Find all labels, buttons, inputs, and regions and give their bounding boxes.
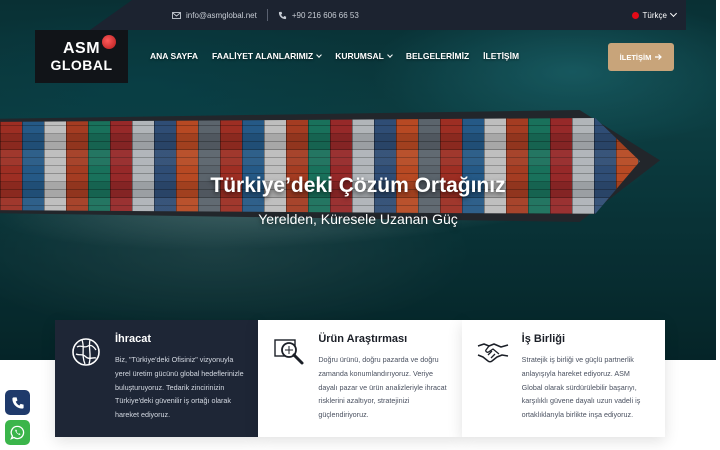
- phone-text: +90 216 606 66 53: [291, 10, 359, 20]
- phone-link[interactable]: +90 216 606 66 53: [278, 11, 359, 20]
- contact-cta-button[interactable]: İLETİŞİM: [608, 43, 674, 71]
- nav-item-home[interactable]: ANA SAYFA: [150, 51, 198, 61]
- handshake-icon: [477, 343, 508, 363]
- phone-icon: [278, 11, 286, 19]
- card-text: Biz, "Türkiye'deki Ofisiniz" vizyonuyla …: [115, 355, 244, 420]
- hero-title: Türkiye’deki Çözüm Ortağınız: [210, 174, 506, 197]
- logo[interactable]: ASM GLOBAL: [35, 30, 128, 83]
- nav-item-corporate[interactable]: KURUMSAL: [335, 51, 393, 61]
- phone-icon: [11, 396, 24, 409]
- feature-cards: İhracat Biz, "Türkiye'deki Ofisiniz" viz…: [55, 320, 665, 437]
- cta-label: İLETİŞİM: [619, 52, 652, 62]
- topbar-divider: [266, 9, 268, 21]
- card-partnership[interactable]: İş Birliği Stratejik iş birliği ve güçlü…: [461, 320, 665, 437]
- card-title: İş Birliği: [521, 333, 566, 345]
- nav-item-activities-label: FAALİYET ALANLARIMIZ: [212, 51, 314, 61]
- hero-subtitle: Yerelden, Küresele Uzanan Güç: [258, 211, 458, 227]
- mail-icon: [172, 11, 181, 19]
- card-title: İhracat: [115, 333, 152, 345]
- language-selector[interactable]: Türkçe: [631, 9, 678, 20]
- card-text: Doğru ürünü, doğru pazarda ve doğru zama…: [318, 355, 447, 420]
- turkey-flag-icon: [631, 11, 639, 19]
- card-product-research[interactable]: Ürün Araştırması Doğru ürünü, doğru paza…: [258, 320, 462, 437]
- globe-logo-icon: [102, 35, 117, 49]
- email-text: info@asmglobal.net: [186, 10, 257, 20]
- nav-item-certificates[interactable]: BELGELERİMİZ: [406, 51, 469, 61]
- main-nav: ANA SAYFA FAALİYET ALANLARIMIZ KURUMSAL …: [150, 51, 519, 61]
- nav-item-corporate-label: KURUMSAL: [335, 51, 384, 61]
- whatsapp-icon: [10, 425, 25, 440]
- arrow-right-icon: [655, 54, 663, 60]
- globe-icon: [72, 338, 100, 366]
- logo-line2: GLOBAL: [50, 57, 113, 73]
- card-title: Ürün Araştırması: [318, 333, 408, 345]
- card-export[interactable]: İhracat Biz, "Türkiye'deki Ofisiniz" viz…: [55, 320, 259, 437]
- email-link[interactable]: info@asmglobal.net: [172, 11, 257, 20]
- language-label: Türkçe: [642, 10, 667, 20]
- floating-phone-button[interactable]: [5, 390, 30, 415]
- nav-item-activities[interactable]: FAALİYET ALANLARIMIZ: [212, 51, 323, 61]
- chevron-down-icon: [669, 9, 678, 18]
- floating-whatsapp-button[interactable]: [5, 420, 30, 445]
- chevron-down-icon: [316, 52, 323, 58]
- nav-item-contact[interactable]: İLETİŞİM: [483, 51, 519, 61]
- card-text: Stratejik iş birliği ve güçlü partnerlik…: [521, 355, 641, 420]
- chevron-down-icon: [387, 52, 393, 58]
- topbar: info@asmglobal.net +90 216 606 66 53 Tür…: [150, 0, 686, 30]
- magnifier-icon: [274, 339, 304, 365]
- logo-line1: ASM: [62, 40, 101, 57]
